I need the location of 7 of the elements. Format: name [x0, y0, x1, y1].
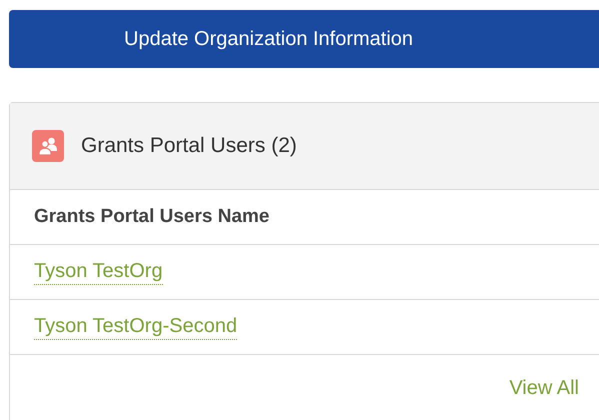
card-title: Grants Portal Users (2)	[81, 134, 297, 158]
view-all-link[interactable]: View All	[509, 377, 579, 400]
update-organization-button[interactable]: Update Organization Information	[9, 10, 599, 68]
user-link[interactable]: Tyson TestOrg-Second	[34, 314, 238, 340]
users-icon	[32, 130, 64, 162]
user-link[interactable]: Tyson TestOrg	[34, 259, 163, 285]
column-header: Grants Portal Users Name	[34, 206, 270, 228]
